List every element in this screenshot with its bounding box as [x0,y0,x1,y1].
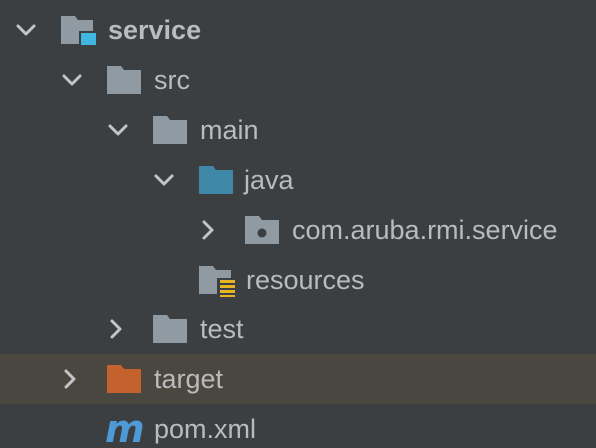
folder-icon [153,315,187,343]
tree-node-src[interactable]: src [0,55,596,105]
module-folder-icon [61,16,98,47]
source-root-folder-icon [199,166,233,194]
chevron-right-icon[interactable] [100,313,132,345]
tree-node-service[interactable]: service [0,5,596,55]
folder-icon [107,66,141,94]
chevron-right-icon[interactable] [192,214,224,246]
excluded-folder-icon [107,365,141,393]
tree-node-main[interactable]: main [0,105,596,155]
tree-node-label: resources [246,265,365,295]
tree-node-label: java [244,165,294,195]
chevron-down-icon[interactable] [10,14,42,46]
folder-icon [153,116,187,144]
tree-node-label: service [108,15,202,45]
tree-node-target[interactable]: target [0,354,596,404]
tree-node-label: src [154,65,190,95]
maven-file-icon: m [105,412,144,446]
tree-node-package[interactable]: com.aruba.rmi.service [0,205,596,255]
chevron-down-icon[interactable] [102,114,134,146]
tree-node-label: pom.xml [154,414,257,444]
tree-node-label: target [154,364,224,394]
chevron-down-icon[interactable] [56,64,88,96]
tree-node-pom[interactable]: m pom.xml [0,404,596,448]
chevron-right-icon[interactable] [54,363,86,395]
tree-node-label: main [200,115,259,145]
svg-text:m: m [105,412,144,446]
package-icon [245,216,279,244]
chevron-down-icon[interactable] [148,164,180,196]
tree-node-label: test [200,314,244,344]
tree-node-java[interactable]: java [0,155,596,205]
tree-node-label: com.aruba.rmi.service [292,215,558,245]
tree-node-test[interactable]: test [0,304,596,354]
project-tree: service src main java com.aruba.rmi.serv… [0,0,596,448]
tree-node-resources[interactable]: resources [0,255,596,305]
resources-root-folder-icon [199,266,237,297]
